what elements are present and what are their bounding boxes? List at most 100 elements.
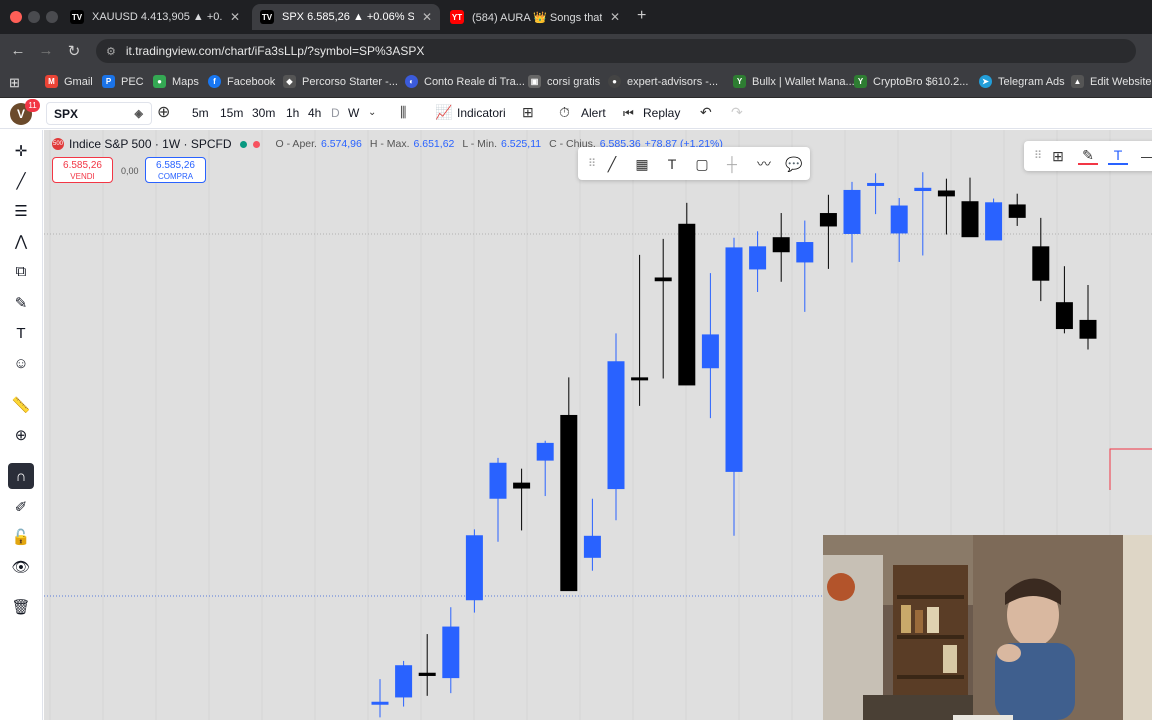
candle[interactable] <box>961 177 979 238</box>
interval-1h[interactable]: 1h <box>286 106 299 120</box>
prediction-icon[interactable]: ⧉ <box>8 258 34 284</box>
bookmark-conto-reale[interactable]: ◐ Conto Reale di Tra... <box>405 75 525 88</box>
callout-tool-icon[interactable]: 💬 <box>784 154 804 174</box>
interval-30m[interactable]: 30m <box>252 106 275 120</box>
bookmark-pec[interactable]: P PEC <box>102 75 144 88</box>
layout-icon[interactable]: ⊞ <box>1048 146 1068 166</box>
forward-icon[interactable]: → <box>37 42 55 59</box>
minimize-window-button[interactable] <box>28 11 40 23</box>
fib-retracement-icon[interactable]: ☰ <box>8 198 34 224</box>
eye-icon[interactable]: 👁 <box>8 554 34 580</box>
redo-icon[interactable]: ↷ <box>731 104 743 121</box>
candle[interactable] <box>914 172 932 256</box>
candle[interactable] <box>560 377 578 592</box>
indicators-icon[interactable]: 📈 <box>435 104 452 121</box>
candle[interactable] <box>465 529 483 613</box>
rectangle-tool-icon[interactable]: ▢ <box>692 154 712 174</box>
candle[interactable] <box>536 440 554 497</box>
candle[interactable] <box>395 660 413 707</box>
emoji-icon[interactable]: ☺ <box>8 350 34 376</box>
bookmark-telegram[interactable]: ➤ Telegram Ads <box>979 75 1065 88</box>
candle[interactable] <box>1055 266 1073 334</box>
replay-icon[interactable]: ⏮ <box>623 106 634 121</box>
candle[interactable] <box>607 333 625 521</box>
interval-w[interactable]: W <box>348 106 359 120</box>
candle[interactable] <box>1079 285 1097 350</box>
compare-symbol-icon[interactable]: ⊕ <box>157 102 170 122</box>
stay-drawing-icon[interactable]: ✐ <box>8 494 34 520</box>
text-tool-icon[interactable]: T <box>662 154 682 174</box>
candle[interactable] <box>489 457 507 542</box>
layout-templates-icon[interactable]: ⊞ <box>522 104 534 121</box>
sell-button[interactable]: 6.585,26 VENDI <box>52 157 113 183</box>
candle[interactable] <box>631 254 649 406</box>
brush-icon[interactable]: ✎ <box>8 290 34 316</box>
grid-tool-icon[interactable]: ▦ <box>632 154 652 174</box>
interval-4h[interactable]: 4h <box>308 106 321 120</box>
bookmark-cryptobro[interactable]: Y CryptoBro $610.2... <box>854 75 968 88</box>
close-window-button[interactable] <box>10 11 22 23</box>
close-tab-icon[interactable]: ✕ <box>422 10 432 24</box>
candle[interactable] <box>678 202 696 386</box>
line-tool-icon[interactable]: ╱ <box>602 154 622 174</box>
zoom-window-button[interactable] <box>46 11 58 23</box>
trash-icon[interactable]: 🗑 <box>8 594 34 620</box>
magnet-icon[interactable]: ∩ <box>8 463 34 489</box>
reload-icon[interactable]: ↻ <box>65 42 83 60</box>
chart-title[interactable]: Indice S&P 500 · 1W · SPCFD <box>69 137 232 151</box>
apps-icon[interactable]: ⊞ <box>9 75 20 91</box>
drag-handle-icon[interactable]: ⠿ <box>582 154 602 174</box>
ruler-icon[interactable]: 📏 <box>8 392 34 418</box>
candle[interactable] <box>749 231 767 292</box>
bookmark-maps[interactable]: ● Maps <box>153 75 199 88</box>
candle[interactable] <box>796 220 814 312</box>
candle[interactable] <box>513 468 531 531</box>
browser-tab[interactable]: TV XAUUSD 4.413,905 ▲ +0.17% ✕ <box>62 4 248 30</box>
interval-15m[interactable]: 15m <box>220 106 243 120</box>
candle[interactable] <box>725 237 743 536</box>
candle[interactable] <box>772 213 790 282</box>
path-tool-icon[interactable]: 〰 <box>754 154 774 174</box>
drag-handle-icon[interactable]: ⠿ <box>1028 146 1048 166</box>
buy-button[interactable]: 6.585,26 COMPRA <box>145 157 206 183</box>
crosshair-tool-icon[interactable]: ┼ <box>722 154 742 174</box>
url-input[interactable]: ⚙ it.tradingview.com/chart/iFa3sLLp/?sym… <box>96 39 1136 63</box>
close-tab-icon[interactable]: ✕ <box>610 10 620 24</box>
candle[interactable] <box>1008 193 1026 226</box>
crosshair-icon[interactable]: ✛ <box>8 138 34 164</box>
chevron-down-icon[interactable]: ⌄ <box>368 107 376 118</box>
candle[interactable] <box>583 498 601 571</box>
new-tab-button[interactable]: + <box>637 7 646 25</box>
zoom-in-icon[interactable]: ⊕ <box>8 422 34 448</box>
bookmark-percorso[interactable]: ◆ Percorso Starter -... <box>283 75 398 88</box>
candle[interactable] <box>819 194 837 269</box>
patterns-icon[interactable]: ⋀ <box>8 228 34 254</box>
back-icon[interactable]: ← <box>9 42 27 59</box>
candle[interactable] <box>867 173 885 215</box>
candle[interactable] <box>937 178 955 235</box>
candle[interactable] <box>890 198 908 262</box>
minus-icon[interactable]: — <box>1138 146 1152 166</box>
candle[interactable] <box>371 679 389 718</box>
pencil-icon[interactable]: ✎ <box>1078 145 1098 165</box>
lock-icon[interactable]: 🔓 <box>8 524 34 550</box>
trend-line-icon[interactable]: ╱ <box>8 168 34 194</box>
close-tab-icon[interactable]: ✕ <box>230 10 240 24</box>
symbol-logo-icon[interactable]: ◈ <box>135 107 143 120</box>
interval-d[interactable]: D <box>331 106 340 120</box>
candle[interactable] <box>985 198 1003 241</box>
candle[interactable] <box>843 181 861 263</box>
alert-clock-icon[interactable]: ⏱ <box>559 104 570 121</box>
candle[interactable] <box>1032 217 1050 302</box>
alert-button[interactable]: Alert <box>581 106 606 120</box>
candle[interactable] <box>701 273 719 419</box>
undo-icon[interactable]: ↶ <box>700 104 712 121</box>
text-icon[interactable]: T <box>8 320 34 346</box>
text-color-icon[interactable]: T <box>1108 145 1128 165</box>
bookmark-facebook[interactable]: f Facebook <box>208 75 275 88</box>
bookmark-bullx[interactable]: Y Bullx | Wallet Mana... <box>733 75 855 88</box>
symbol-search-input[interactable]: SPX ◈ <box>46 102 152 125</box>
bookmark-corsi[interactable]: ▣ corsi gratis <box>528 75 600 88</box>
candle[interactable] <box>654 238 672 379</box>
bookmark-expert-advisors[interactable]: ● expert-advisors -... <box>608 75 718 88</box>
